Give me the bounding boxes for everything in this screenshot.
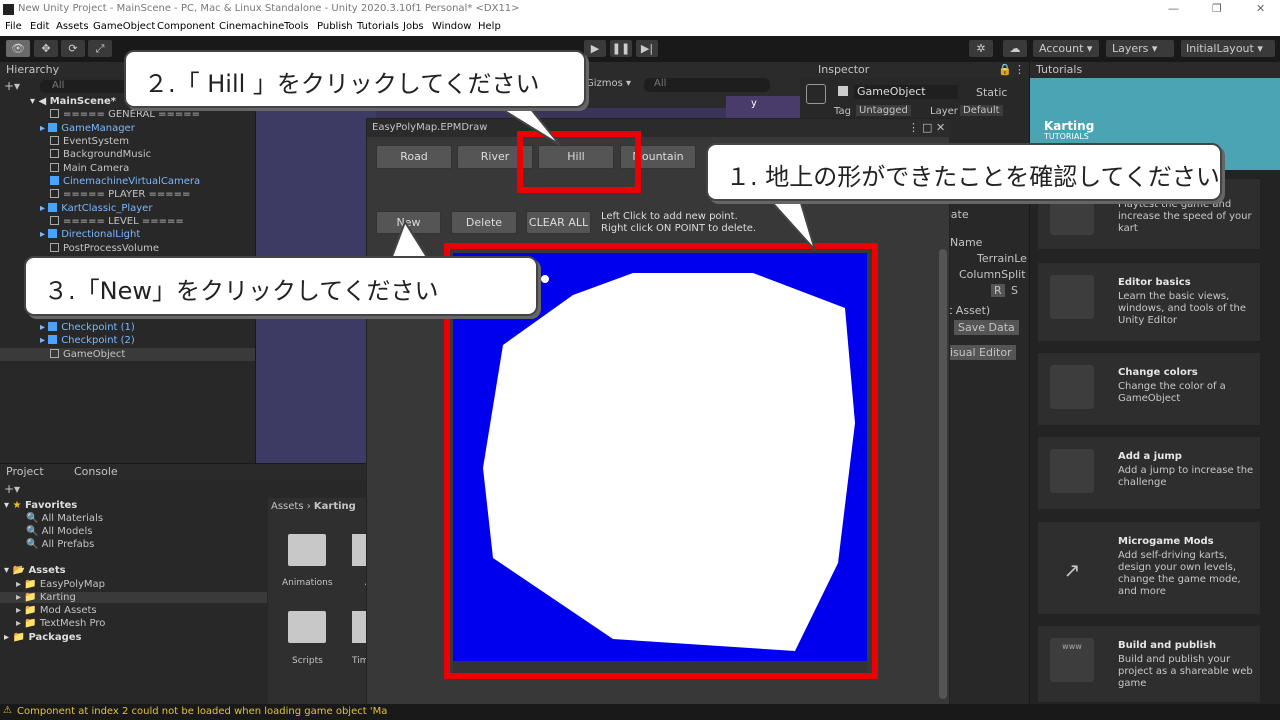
callout-step-3: ３.「New」をクリックしてください — [24, 256, 538, 316]
status-bar: ⚠ Component at index 2 could not be load… — [0, 704, 1280, 720]
status-message[interactable]: Component at index 2 could not be loaded… — [17, 706, 387, 717]
callout-step-1: １. 地上の形ができたことを確認してください — [706, 143, 1222, 201]
callout-pointers — [388, 107, 816, 263]
warning-icon: ⚠ — [3, 705, 12, 716]
callout-step-2: ２.「 Hill 」をクリックしてください — [124, 50, 586, 108]
